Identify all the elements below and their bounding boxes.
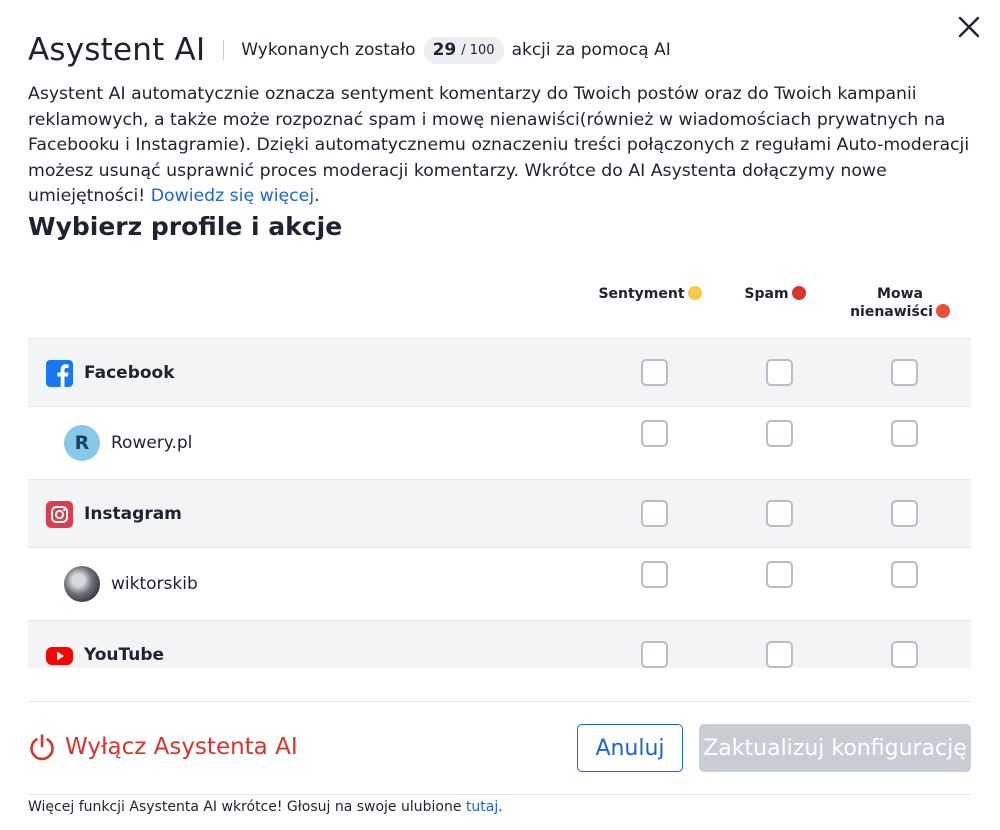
vote-link[interactable]: tutaj	[466, 799, 498, 815]
youtube-sentiment-checkbox[interactable]	[641, 641, 668, 668]
counter-total: / 100	[461, 42, 495, 58]
page-title: Asystent AI	[28, 32, 206, 68]
rowery-hate-checkbox[interactable]	[891, 420, 918, 447]
wiktorskib-sentiment-checkbox[interactable]	[641, 561, 668, 588]
instagram-hate-checkbox[interactable]	[891, 500, 918, 527]
table-row-rowery: R Rowery.pl	[28, 407, 971, 480]
disable-assistant-button[interactable]: Wyłącz Asystenta AI	[28, 733, 298, 761]
cancel-button[interactable]: Anuluj	[577, 724, 683, 772]
profile-label: Rowery.pl	[111, 433, 193, 453]
platform-label: YouTube	[84, 645, 165, 665]
rowery-spam-checkbox[interactable]	[766, 420, 793, 447]
youtube-spam-checkbox[interactable]	[766, 641, 793, 668]
power-icon	[30, 734, 54, 761]
instagram-sentiment-checkbox[interactable]	[641, 500, 668, 527]
youtube-icon	[46, 647, 73, 665]
header: Asystent AI Wykonanych zostało 29 / 100 …	[28, 30, 671, 70]
header-divider	[223, 40, 225, 60]
platform-label: Facebook	[84, 363, 175, 383]
actions-divider-bottom	[28, 794, 971, 795]
footer-text: Więcej funkcji Asystenta AI wkrótce! Gło…	[28, 799, 462, 815]
column-hate-label-line1: Mowa	[877, 286, 923, 302]
stop-sign-icon	[791, 286, 806, 300]
close-icon	[958, 16, 980, 38]
rowery-sentiment-checkbox[interactable]	[641, 420, 668, 447]
disable-assistant-label: Wyłącz Asystenta AI	[65, 734, 298, 760]
counter-used: 29	[432, 40, 457, 60]
actions-divider-top	[28, 701, 971, 702]
footer-trailing: .	[498, 799, 503, 815]
description: Asystent AI automatycznie oznacza sentym…	[28, 82, 973, 210]
table-row-facebook: Facebook	[28, 339, 971, 407]
footer-note: Więcej funkcji Asystenta AI wkrótce! Gło…	[28, 797, 503, 817]
counter-suffix: akcji za pomocą AI	[511, 40, 671, 60]
wiktorskib-spam-checkbox[interactable]	[766, 561, 793, 588]
profiles-table: Facebook R Rowery.pl Instagram wiktorski…	[28, 338, 971, 668]
facebook-hate-checkbox[interactable]	[891, 359, 918, 386]
facebook-icon	[46, 360, 73, 387]
column-sentiment-label: Sentyment	[598, 286, 685, 302]
close-button[interactable]	[956, 14, 982, 40]
avatar	[64, 566, 100, 602]
table-row-youtube: YouTube	[28, 621, 971, 668]
column-header-sentiment: Sentyment	[590, 285, 710, 303]
platform-label: Instagram	[84, 504, 182, 524]
profile-label: wiktorskib	[111, 574, 198, 594]
learn-more-link[interactable]: Dowiedz się więcej	[151, 186, 314, 206]
instagram-icon	[46, 501, 73, 528]
counter-prefix: Wykonanych zostało	[241, 40, 416, 60]
facebook-sentiment-checkbox[interactable]	[641, 359, 668, 386]
column-hate-label-line2: nienawiści	[850, 304, 933, 320]
usage-counter-badge: 29 / 100	[423, 36, 504, 64]
description-trailing: .	[314, 186, 320, 206]
table-row-instagram: Instagram	[28, 480, 971, 548]
column-spam-label: Spam	[744, 286, 789, 302]
facebook-spam-checkbox[interactable]	[766, 359, 793, 386]
youtube-hate-checkbox[interactable]	[891, 641, 918, 668]
column-header-hate-speech: Mowa nienawiści	[840, 285, 960, 321]
wiktorskib-hate-checkbox[interactable]	[891, 561, 918, 588]
instagram-spam-checkbox[interactable]	[766, 500, 793, 527]
update-config-button[interactable]: Zaktualizuj konfigurację	[699, 724, 971, 772]
section-title: Wybierz profile i akcje	[28, 212, 343, 241]
table-row-wiktorskib: wiktorskib	[28, 548, 971, 621]
neutral-face-icon	[687, 286, 702, 300]
avatar: R	[64, 425, 100, 461]
angry-face-icon	[935, 304, 950, 318]
column-header-spam: Spam	[715, 285, 835, 303]
